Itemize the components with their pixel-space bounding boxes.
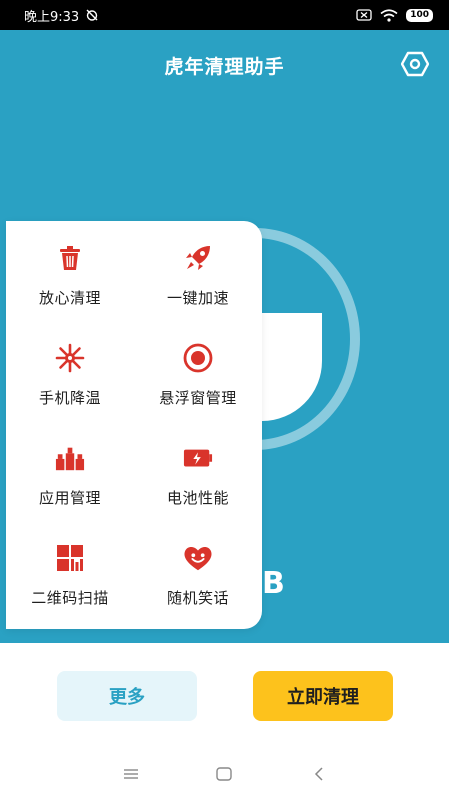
menu-item-label: 手机降温 <box>38 388 101 407</box>
wifi-icon <box>380 8 398 22</box>
back-icon[interactable] <box>304 762 334 786</box>
menu-item-battery-performance[interactable]: 电池性能 <box>134 427 262 523</box>
hexagon-settings-icon <box>400 51 430 81</box>
menu-item-label: 应用管理 <box>38 488 101 507</box>
alarm-off-icon <box>85 8 99 22</box>
system-nav-bar <box>0 752 449 796</box>
menu-item-label: 悬浮窗管理 <box>159 388 237 407</box>
floating-window-icon <box>183 343 213 373</box>
app-manage-icon <box>55 443 85 473</box>
menu-item-label: 一键加速 <box>166 288 229 307</box>
home-icon[interactable] <box>209 762 239 786</box>
rocket-icon <box>183 243 213 273</box>
status-time: 晚上9:33 <box>24 9 80 25</box>
menu-item-speed-up[interactable]: 一键加速 <box>134 227 262 323</box>
heart-joke-icon <box>183 543 213 573</box>
menu-item-random-joke[interactable]: 随机笑话 <box>134 527 262 623</box>
trash-icon <box>55 243 85 273</box>
sim-error-icon <box>356 9 372 21</box>
menu-item-qr-scan[interactable]: 二维码扫描 <box>6 527 134 623</box>
menu-item-label: 随机笑话 <box>166 588 229 607</box>
menu-item-label: 电池性能 <box>166 488 229 507</box>
more-button[interactable]: 更多 <box>57 671 197 721</box>
menu-item-cool-down[interactable]: 手机降温 <box>6 327 134 423</box>
battery-performance-icon <box>183 443 213 473</box>
menu-item-safe-clean[interactable]: 放心清理 <box>6 227 134 323</box>
menu-item-label: 二维码扫描 <box>31 588 109 607</box>
menu-item-label: 放心清理 <box>38 288 101 307</box>
feature-menu: 放心清理 一键加速 手机降温 悬浮窗管理 应用管理 电池性能 二维码扫描 随机笑… <box>6 221 262 629</box>
status-bar: 晚上9:33 100 <box>0 0 449 30</box>
page-title: 虎年清理助手 <box>164 56 285 78</box>
settings-button[interactable] <box>399 51 431 81</box>
qr-scan-icon <box>55 543 85 573</box>
storage-unit: B <box>262 566 285 601</box>
clean-now-button[interactable]: 立即清理 <box>253 671 393 721</box>
battery-icon: 100 <box>406 8 433 22</box>
menu-item-app-manage[interactable]: 应用管理 <box>6 427 134 523</box>
menu-item-floating-window[interactable]: 悬浮窗管理 <box>134 327 262 423</box>
snowflake-icon <box>55 343 85 373</box>
menu-icon[interactable] <box>116 762 146 786</box>
